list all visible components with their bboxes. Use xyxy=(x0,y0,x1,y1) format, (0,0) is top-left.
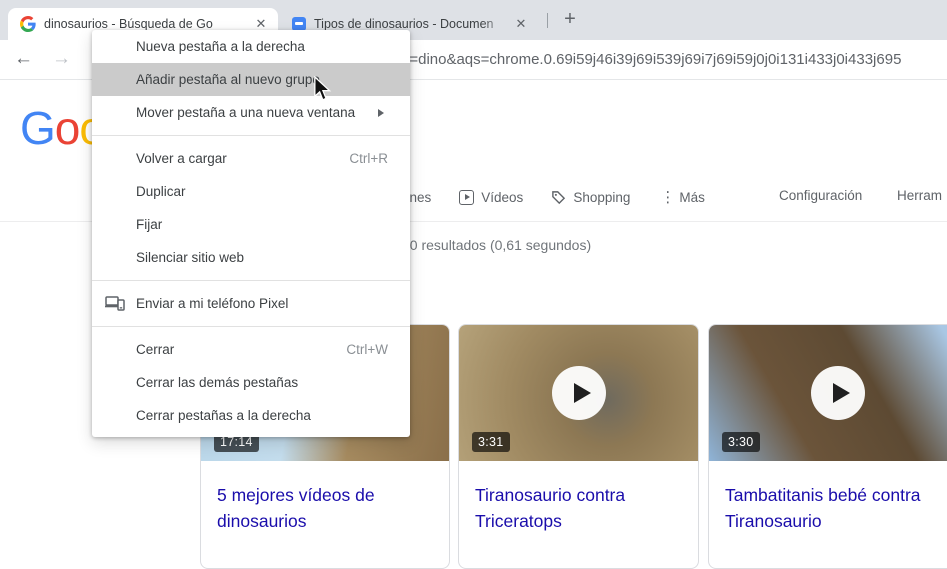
tab-title-fade xyxy=(482,16,508,32)
menu-item-label: Cerrar xyxy=(136,342,175,357)
play-button-icon[interactable] xyxy=(551,366,606,420)
menu-item-cerrar[interactable]: Cerrar Ctrl+W xyxy=(92,333,410,366)
video-title-link[interactable]: Tambatitanis bebé contra Tiranosaurio xyxy=(725,482,947,534)
menu-item-label: Volver a cargar xyxy=(136,151,227,166)
nav-herramientas-partial[interactable]: Herram xyxy=(897,188,942,203)
menu-item-anadir-pestana-grupo[interactable]: Añadir pestaña al nuevo grupo xyxy=(92,63,410,96)
more-dots-icon: ⋮ xyxy=(660,189,676,206)
nav-tab-mas[interactable]: Más xyxy=(679,190,705,205)
results-stats: 00 resultados (0,61 segundos) xyxy=(402,237,592,253)
menu-item-label: Cerrar las demás pestañas xyxy=(136,375,299,390)
videos-icon xyxy=(459,189,475,205)
video-title-link[interactable]: 5 mejores vídeos de dinosaurios xyxy=(217,482,433,534)
tab-context-menu: Nueva pestaña a la derecha Añadir pestañ… xyxy=(92,30,410,437)
menu-item-label: Duplicar xyxy=(136,184,186,199)
menu-separator xyxy=(92,326,410,327)
back-button-icon[interactable]: ← xyxy=(14,48,33,70)
menu-item-label: Mover pestaña a una nueva ventana xyxy=(136,105,356,120)
tab-separator xyxy=(547,13,548,28)
menu-item-enviar-a-telefono-pixel[interactable]: Enviar a mi teléfono Pixel xyxy=(92,287,410,320)
menu-item-label: Fijar xyxy=(136,217,163,232)
shopping-tag-icon xyxy=(551,190,566,205)
menu-item-volver-a-cargar[interactable]: Volver a cargar Ctrl+R xyxy=(92,142,410,175)
video-thumbnail[interactable]: 3:31 xyxy=(459,325,698,461)
video-duration-badge: 3:31 xyxy=(472,432,510,452)
logo-letter: o xyxy=(54,102,81,154)
new-tab-button[interactable]: + xyxy=(557,7,583,33)
google-favicon-icon xyxy=(20,16,36,32)
menu-item-label: Enviar a mi teléfono Pixel xyxy=(136,296,289,311)
mouse-cursor-icon xyxy=(314,76,332,101)
nav-tab-shopping[interactable]: Shopping xyxy=(573,190,630,205)
menu-shortcut: Ctrl+R xyxy=(349,151,388,166)
google-docs-favicon-icon xyxy=(292,17,306,31)
logo-letter: G xyxy=(20,102,56,154)
menu-item-nueva-pestana-derecha[interactable]: Nueva pestaña a la derecha xyxy=(92,30,410,63)
menu-item-label: Cerrar pestañas a la derecha xyxy=(136,408,311,423)
submenu-arrow-icon xyxy=(378,108,384,117)
menu-separator xyxy=(92,135,410,136)
menu-item-label: Añadir pestaña al nuevo grupo xyxy=(136,72,320,87)
video-duration-badge: 3:30 xyxy=(722,432,760,452)
search-nav-tabs: enes Vídeos Shopping ⋮ Más xyxy=(402,186,705,208)
menu-item-cerrar-pestanas-derecha[interactable]: Cerrar pestañas a la derecha xyxy=(92,399,410,432)
menu-item-silenciar-sitio-web[interactable]: Silenciar sitio web xyxy=(92,241,410,274)
menu-item-cerrar-demas-pestanas[interactable]: Cerrar las demás pestañas xyxy=(92,366,410,399)
video-card[interactable]: 3:31 Tiranosaurio contra Triceratops xyxy=(458,324,699,569)
video-card[interactable]: 3:30 Tambatitanis bebé contra Tiranosaur… xyxy=(708,324,947,569)
menu-separator xyxy=(92,280,410,281)
menu-shortcut: Ctrl+W xyxy=(346,342,388,357)
nav-tab-videos[interactable]: Vídeos xyxy=(481,190,523,205)
menu-item-label: Nueva pestaña a la derecha xyxy=(136,39,305,54)
browser-window: { "colors": { "tab_strip_bg": "#dee1e6",… xyxy=(0,0,947,569)
play-button-icon[interactable] xyxy=(811,366,865,420)
video-thumbnail[interactable]: 3:30 xyxy=(709,325,947,461)
address-bar-url[interactable]: q=dino&aqs=chrome.0.69i59j46i39j69i539j6… xyxy=(401,51,901,68)
menu-item-fijar[interactable]: Fijar xyxy=(92,208,410,241)
devices-icon xyxy=(105,295,125,315)
menu-item-duplicar[interactable]: Duplicar xyxy=(92,175,410,208)
video-title-link[interactable]: Tiranosaurio contra Triceratops xyxy=(475,482,682,534)
forward-button-icon: → xyxy=(52,48,71,69)
tab-close-icon[interactable]: ✕ xyxy=(512,16,530,32)
menu-item-label: Silenciar sitio web xyxy=(136,250,245,265)
menu-item-mover-pestana-ventana[interactable]: Mover pestaña a una nueva ventana xyxy=(92,96,410,129)
nav-configuracion[interactable]: Configuración xyxy=(779,188,862,203)
